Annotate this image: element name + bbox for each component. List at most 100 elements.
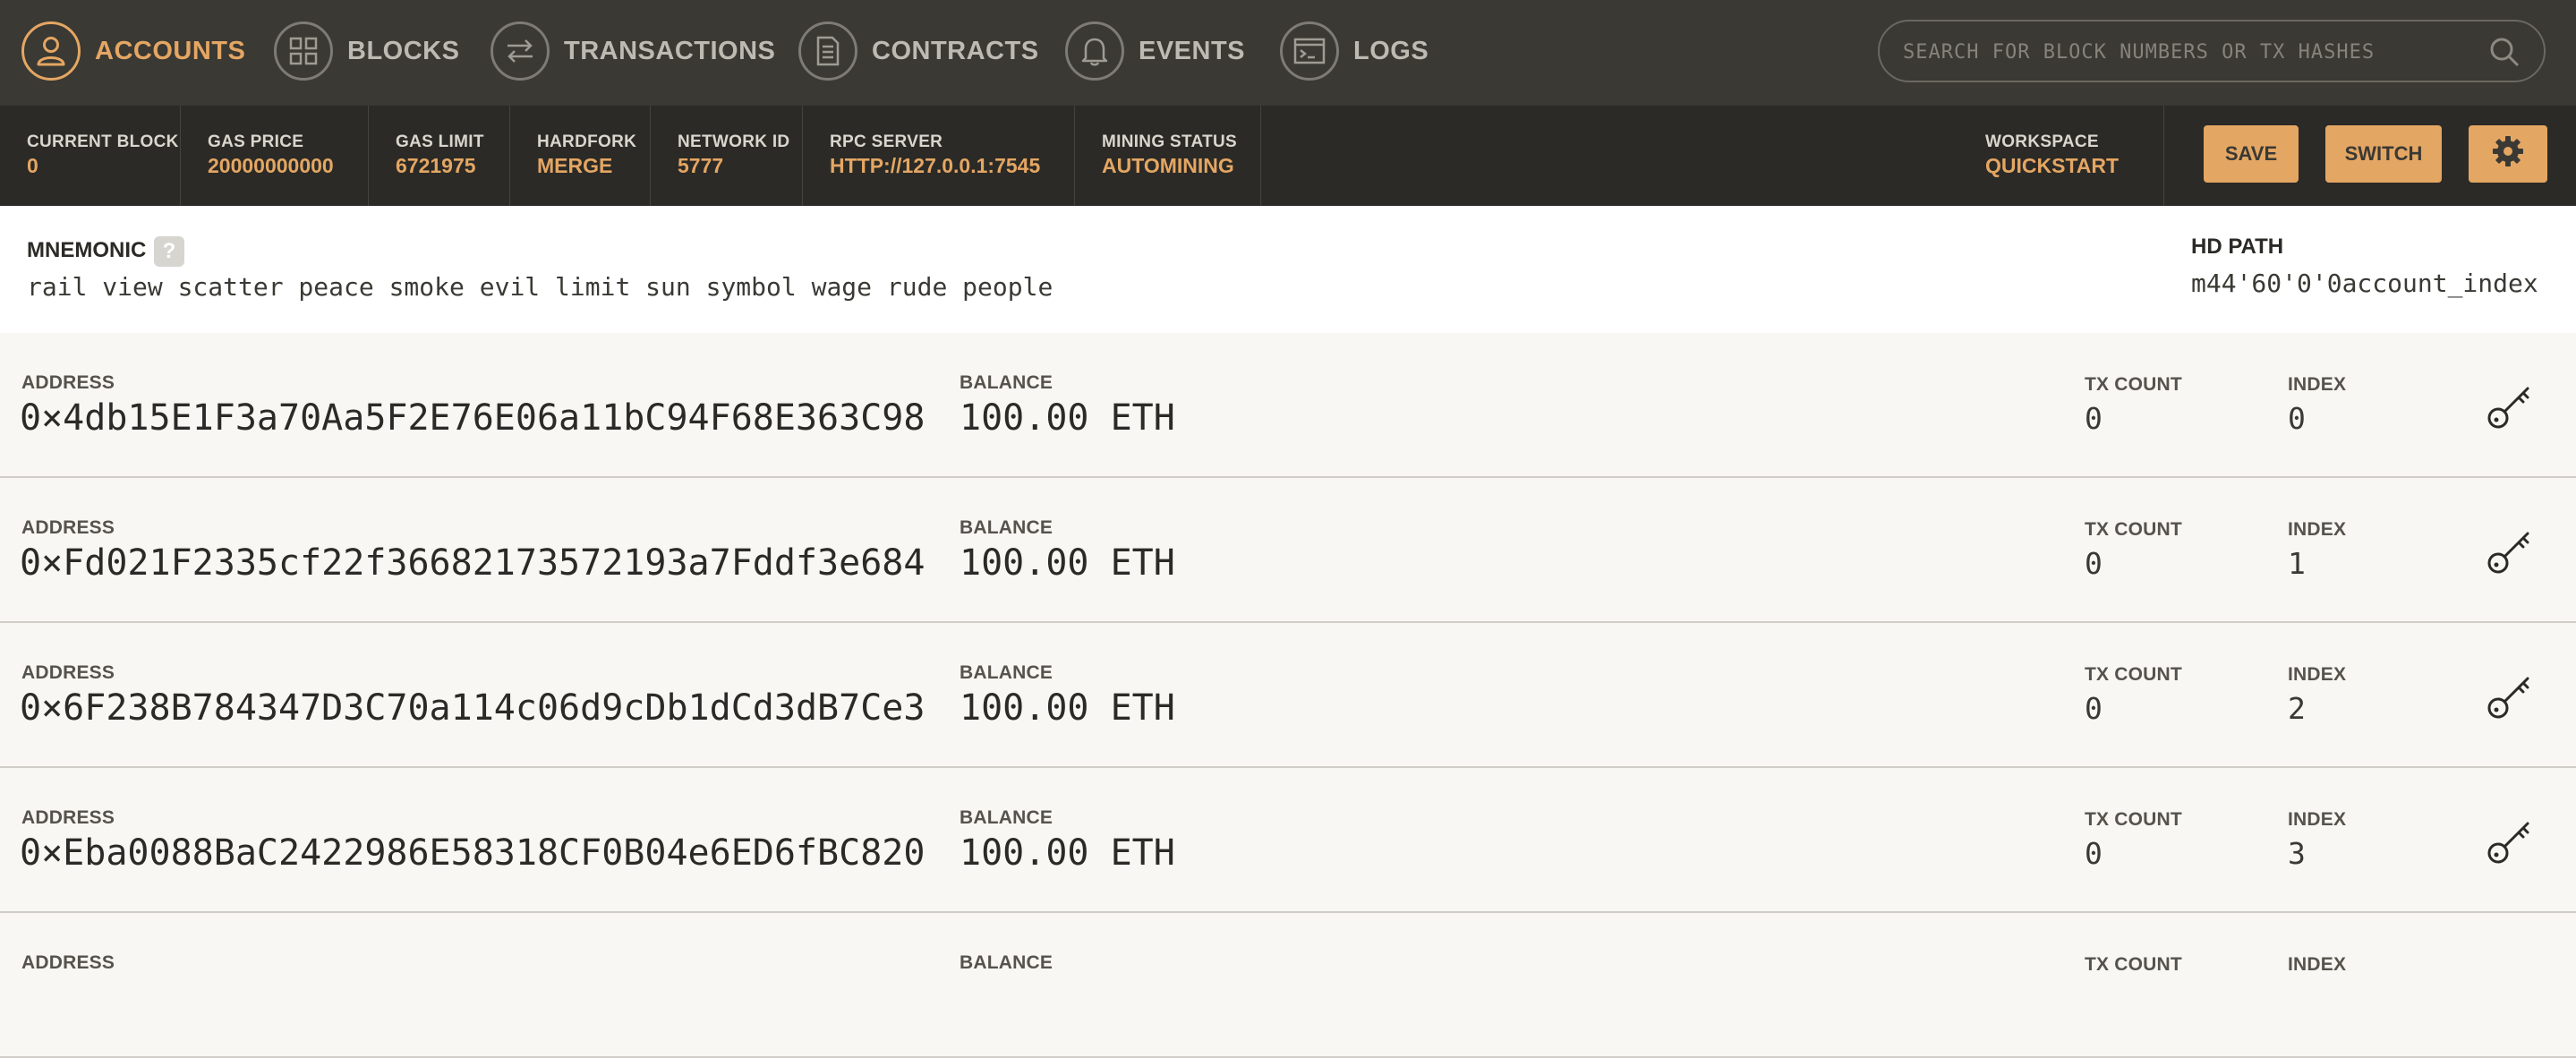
- account-row[interactable]: ADDRESS 0×Eba0088BaC2422986E58318CF0B04e…: [0, 768, 2576, 913]
- index-value: 1: [2288, 546, 2306, 581]
- stat-value: QUICKSTART: [1985, 154, 2120, 177]
- balance-label: BALANCE: [960, 662, 1053, 683]
- balance-label: BALANCE: [960, 952, 1053, 973]
- search-box: [1878, 20, 2546, 82]
- address-label: ADDRESS: [21, 807, 115, 828]
- address-label: ADDRESS: [21, 517, 115, 538]
- account-row[interactable]: ADDRESS 0×Fd021F2335cf22f36682173572193a…: [0, 478, 2576, 623]
- top-nav: ACCOUNTS BLOCKS TRANSACTIONS CONTRACTS E…: [0, 0, 2576, 107]
- nav-label: LOGS: [1353, 36, 1429, 65]
- index-value: 3: [2288, 836, 2306, 871]
- user-icon: [21, 21, 81, 81]
- nav-label: TRANSACTIONS: [564, 36, 776, 65]
- nav-events[interactable]: EVENTS: [1065, 18, 1245, 84]
- address-label: ADDRESS: [21, 372, 115, 393]
- nav-contracts[interactable]: CONTRACTS: [798, 18, 1039, 84]
- tx-count-value: 0: [2085, 546, 2103, 581]
- bell-icon: [1065, 21, 1124, 81]
- stat-value: AUTOMINING: [1102, 154, 1234, 177]
- contracts-icon: [798, 21, 857, 81]
- address-value: 0×Eba0088BaC2422986E58318CF0B04e6ED6fBC8…: [20, 832, 925, 874]
- nav-label: CONTRACTS: [872, 36, 1039, 65]
- tx-count-value: 0: [2085, 401, 2103, 436]
- hd-path-title: HD PATH: [2191, 235, 2284, 259]
- stat-label: GAS PRICE: [208, 132, 304, 151]
- stat-label: WORKSPACE: [1985, 132, 2099, 151]
- index-value: 0: [2288, 401, 2306, 436]
- hd-path-value: m44'60'0'0account_index: [2191, 269, 2538, 298]
- address-value: 0×Fd021F2335cf22f36682173572193a7Fddf3e6…: [20, 542, 925, 584]
- balance-value: 100.00 ETH: [960, 832, 1175, 874]
- balance-value: 100.00 ETH: [960, 687, 1175, 729]
- nav-logs[interactable]: LOGS: [1280, 18, 1429, 84]
- balance-label: BALANCE: [960, 807, 1053, 828]
- index-label: INDEX: [2288, 809, 2347, 830]
- tx-count-value: 0: [2085, 836, 2103, 871]
- tx-count-label: TX COUNT: [2085, 809, 2182, 830]
- account-row[interactable]: ADDRESS 0×6F238B784347D3C70a114c06d9cDb1…: [0, 623, 2576, 768]
- stat-mining-status: MINING STATUS AUTOMINING: [1075, 106, 1261, 206]
- gear-icon: [2491, 134, 2525, 174]
- key-icon[interactable]: [2486, 818, 2533, 869]
- stat-value: 6721975: [396, 154, 476, 177]
- stat-network-id: NETWORK ID 5777: [651, 106, 803, 206]
- settings-button[interactable]: [2469, 125, 2547, 183]
- key-icon[interactable]: [2486, 528, 2533, 579]
- stat-hardfork: HARDFORK MERGE: [510, 106, 651, 206]
- stat-rpc-server: RPC SERVER HTTP://127.0.0.1:7545: [803, 106, 1075, 206]
- stat-value: HTTP://127.0.0.1:7545: [830, 154, 1041, 177]
- address-value: 0×6F238B784347D3C70a114c06d9cDb1dCd3dB7C…: [20, 687, 925, 729]
- tx-count-label: TX COUNT: [2085, 664, 2182, 685]
- balance-label: BALANCE: [960, 517, 1053, 538]
- index-label: INDEX: [2288, 954, 2347, 975]
- status-bar: CURRENT BLOCK 0 GAS PRICE 20000000000 GA…: [0, 106, 2576, 206]
- address-label: ADDRESS: [21, 952, 115, 973]
- stat-label: CURRENT BLOCK: [27, 132, 179, 151]
- index-value: 2: [2288, 691, 2306, 726]
- stat-value: MERGE: [537, 154, 613, 177]
- mnemonic-title: MNEMONIC: [27, 238, 147, 262]
- balance-label: BALANCE: [960, 372, 1053, 393]
- nav-accounts[interactable]: ACCOUNTS: [21, 18, 245, 84]
- address-value: 0×4db15E1F3a70Aa5F2E76E06a11bC94F68E363C…: [20, 397, 925, 439]
- balance-value: 100.00 ETH: [960, 542, 1175, 584]
- stat-label: NETWORK ID: [678, 132, 790, 151]
- account-row[interactable]: ADDRESS 0×4db15E1F3a70Aa5F2E76E06a11bC94…: [0, 333, 2576, 478]
- blocks-icon: [274, 21, 333, 81]
- index-label: INDEX: [2288, 664, 2347, 685]
- stat-label: RPC SERVER: [830, 132, 943, 151]
- stat-value: 20000000000: [208, 154, 334, 177]
- nav-transactions[interactable]: TRANSACTIONS: [490, 18, 775, 84]
- index-label: INDEX: [2288, 374, 2347, 395]
- nav-label: ACCOUNTS: [95, 36, 246, 65]
- index-label: INDEX: [2288, 519, 2347, 540]
- stat-gas-limit: GAS LIMIT 6721975: [369, 106, 510, 206]
- tx-count-value: 0: [2085, 691, 2103, 726]
- transactions-icon: [490, 21, 550, 81]
- tx-count-label: TX COUNT: [2085, 374, 2182, 395]
- search-icon[interactable]: [2488, 36, 2521, 73]
- nav-label: EVENTS: [1139, 36, 1246, 65]
- balance-value: 100.00 ETH: [960, 397, 1175, 439]
- mnemonic-words: rail view scatter peace smoke evil limit…: [27, 272, 1053, 302]
- nav-blocks[interactable]: BLOCKS: [274, 18, 459, 84]
- save-button[interactable]: SAVE: [2204, 125, 2299, 183]
- stat-current-block: CURRENT BLOCK 0: [0, 106, 181, 206]
- tx-count-label: TX COUNT: [2085, 519, 2182, 540]
- search-input[interactable]: [1901, 34, 2478, 70]
- key-icon[interactable]: [2486, 673, 2533, 724]
- tx-count-label: TX COUNT: [2085, 954, 2182, 975]
- mnemonic-panel: MNEMONIC ? rail view scatter peace smoke…: [0, 206, 2576, 335]
- terminal-icon: [1280, 21, 1339, 81]
- help-icon[interactable]: ?: [154, 236, 184, 267]
- account-row[interactable]: ADDRESS BALANCE TX COUNT INDEX: [0, 913, 2576, 1058]
- switch-button[interactable]: SWITCH: [2325, 125, 2442, 183]
- stat-label: MINING STATUS: [1102, 132, 1237, 151]
- key-icon[interactable]: [2486, 383, 2533, 434]
- stat-value: 0: [27, 154, 38, 177]
- address-label: ADDRESS: [21, 662, 115, 683]
- accounts-list: ADDRESS 0×4db15E1F3a70Aa5F2E76E06a11bC94…: [0, 333, 2576, 1058]
- stat-label: HARDFORK: [537, 132, 637, 151]
- stat-value: 5777: [678, 154, 724, 177]
- stat-label: GAS LIMIT: [396, 132, 484, 151]
